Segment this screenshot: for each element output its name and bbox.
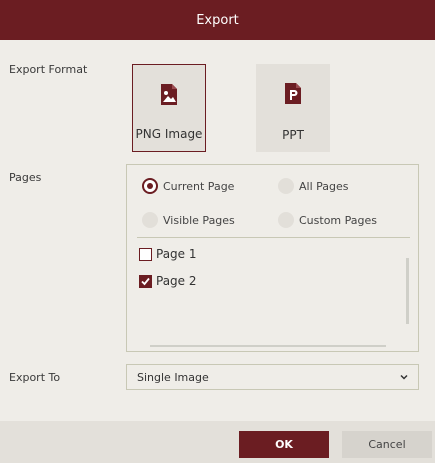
pages-panel: Current Page All Pages Visible Pages Cus… bbox=[126, 164, 419, 352]
cancel-button[interactable]: Cancel bbox=[342, 431, 432, 458]
export-to-dropdown[interactable]: Single Image bbox=[126, 364, 419, 390]
radio-custom-pages[interactable]: Custom Pages bbox=[278, 212, 377, 228]
dialog-title: Export bbox=[196, 12, 239, 28]
radio-button-checked[interactable] bbox=[142, 178, 158, 194]
radio-button[interactable] bbox=[278, 212, 294, 228]
image-file-icon bbox=[161, 84, 177, 105]
radio-label: Custom Pages bbox=[299, 213, 377, 227]
page-list-item[interactable]: Page 2 bbox=[139, 274, 197, 288]
radio-button[interactable] bbox=[142, 212, 158, 228]
radio-label: Current Page bbox=[163, 179, 235, 193]
format-option-label: PNG Image bbox=[135, 127, 203, 141]
pages-label: Pages bbox=[9, 171, 42, 184]
checkbox[interactable] bbox=[139, 247, 152, 261]
page-item-label: Page 1 bbox=[156, 247, 197, 261]
export-to-value: Single Image bbox=[137, 370, 209, 384]
chevron-down-icon bbox=[400, 374, 408, 380]
radio-button[interactable] bbox=[278, 178, 294, 194]
page-item-label: Page 2 bbox=[156, 274, 197, 288]
format-option-png[interactable]: PNG Image bbox=[132, 64, 206, 152]
divider bbox=[137, 237, 410, 238]
export-format-label: Export Format bbox=[9, 63, 88, 76]
export-to-label: Export To bbox=[9, 371, 61, 384]
ok-button[interactable]: OK bbox=[239, 431, 329, 458]
checkmark-icon bbox=[141, 277, 150, 285]
horizontal-scrollbar[interactable] bbox=[150, 345, 386, 347]
checkbox-checked[interactable] bbox=[139, 274, 152, 288]
radio-label: All Pages bbox=[299, 179, 349, 193]
radio-current-page[interactable]: Current Page bbox=[142, 178, 234, 194]
format-option-ppt[interactable]: PPT bbox=[256, 64, 330, 152]
format-option-label: PPT bbox=[282, 128, 304, 142]
vertical-scrollbar[interactable] bbox=[406, 258, 409, 324]
radio-all-pages[interactable]: All Pages bbox=[278, 178, 349, 194]
ppt-file-icon bbox=[285, 83, 301, 104]
radio-visible-pages[interactable]: Visible Pages bbox=[142, 212, 235, 228]
dialog-title-bar: Export bbox=[0, 0, 435, 40]
page-list: Page 1 Page 2 bbox=[135, 239, 407, 345]
radio-label: Visible Pages bbox=[163, 213, 235, 227]
page-list-item[interactable]: Page 1 bbox=[139, 247, 197, 261]
